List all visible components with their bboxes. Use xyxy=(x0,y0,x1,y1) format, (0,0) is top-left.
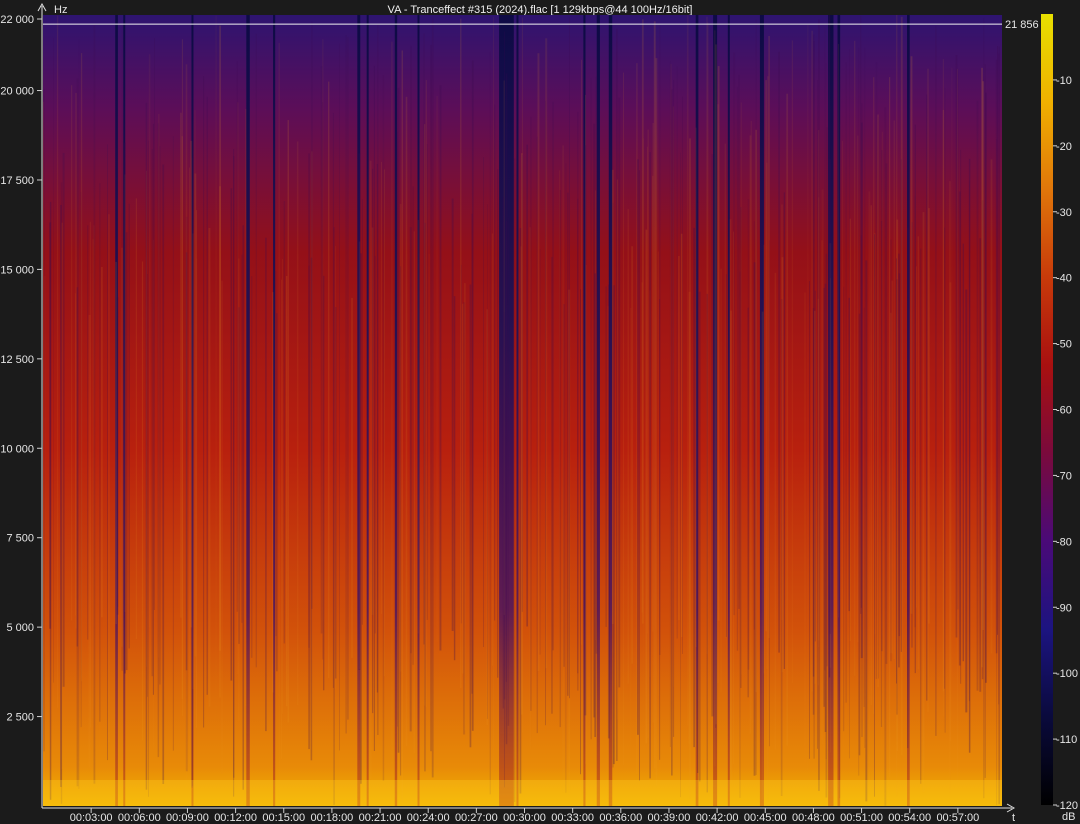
y-axis-unit: Hz xyxy=(54,4,67,16)
spectrogram-plot xyxy=(43,15,1002,806)
colorbar-tick-label: -80 xyxy=(1056,536,1072,548)
spectrogram-chart: VA - Tranceffect #315 (2024).flac [1 129… xyxy=(0,2,1078,824)
x-tick-label: 00:39:00 xyxy=(648,812,691,824)
x-tick-label: 00:36:00 xyxy=(599,812,642,824)
x-tick-label: 00:03:00 xyxy=(70,812,113,824)
x-tick-label: 00:21:00 xyxy=(359,812,402,824)
x-tick-label: 00:45:00 xyxy=(744,812,787,824)
x-tick-label: 00:33:00 xyxy=(551,812,594,824)
colorbar-tick-label: -40 xyxy=(1056,273,1072,285)
x-tick-label: 00:54:00 xyxy=(888,812,931,824)
x-tick-label: 00:48:00 xyxy=(792,812,835,824)
x-tick-label: 00:15:00 xyxy=(262,812,305,824)
colorbar-tick-label: -50 xyxy=(1056,339,1072,351)
x-tick-label: 00:09:00 xyxy=(166,812,209,824)
x-tick-label: 00:12:00 xyxy=(214,812,257,824)
x-tick-label: 00:51:00 xyxy=(840,812,883,824)
quiet-segment xyxy=(516,15,519,806)
chart-title: VA - Tranceffect #315 (2024).flac [1 129… xyxy=(388,4,693,16)
x-tick-label: 00:27:00 xyxy=(455,812,498,824)
x-tick-label: 00:06:00 xyxy=(118,812,161,824)
quiet-segment xyxy=(366,15,369,806)
y-tick-label: 2 500 xyxy=(6,712,34,724)
y-tick-label: 12 500 xyxy=(0,354,34,366)
colorbar-gradient xyxy=(1041,14,1053,805)
quiet-segment xyxy=(596,15,600,806)
x-tick-label: 00:57:00 xyxy=(936,812,979,824)
quiet-segment xyxy=(394,15,398,806)
quiet-segment xyxy=(246,15,250,806)
quiet-segment xyxy=(727,15,730,806)
colorbar-tick-label: -70 xyxy=(1056,470,1072,482)
x-tick-label: 00:24:00 xyxy=(407,812,450,824)
y-tick-label: 20 000 xyxy=(0,86,34,98)
y-tick-label: 17 500 xyxy=(0,175,34,187)
x-tick-label: 00:30:00 xyxy=(503,812,546,824)
y-tick-label: 7 500 xyxy=(6,533,34,545)
colorbar-tick-label: -20 xyxy=(1056,141,1072,153)
y-tick-label: 10 000 xyxy=(0,443,34,455)
x-axis-unit: t xyxy=(1012,812,1015,824)
colorbar: -10-20-30-40-50-60-70-80-90-100-110-120 … xyxy=(1041,14,1078,823)
x-axis: t 00:03:00 00:06:00 00:09:00 00:12:00 00:15:… xyxy=(42,803,1015,824)
y-tick-label: 15 000 xyxy=(0,264,34,276)
colorbar-tick-label: -30 xyxy=(1056,207,1072,219)
cutoff-label: 21 856 xyxy=(1005,19,1039,31)
colorbar-tick-label: -100 xyxy=(1056,668,1078,680)
x-tick-label: 00:18:00 xyxy=(310,812,353,824)
colorbar-unit: dB xyxy=(1062,811,1075,823)
colorbar-tick-label: -110 xyxy=(1056,734,1077,746)
y-tick-label: 22 000 xyxy=(0,14,34,26)
x-tick-label: 00:42:00 xyxy=(696,812,739,824)
colorbar-tick-label: -60 xyxy=(1056,405,1072,417)
y-tick-label: 5 000 xyxy=(6,622,34,634)
colorbar-tick-label: -10 xyxy=(1056,75,1072,87)
colorbar-tick-label: -90 xyxy=(1056,602,1072,614)
